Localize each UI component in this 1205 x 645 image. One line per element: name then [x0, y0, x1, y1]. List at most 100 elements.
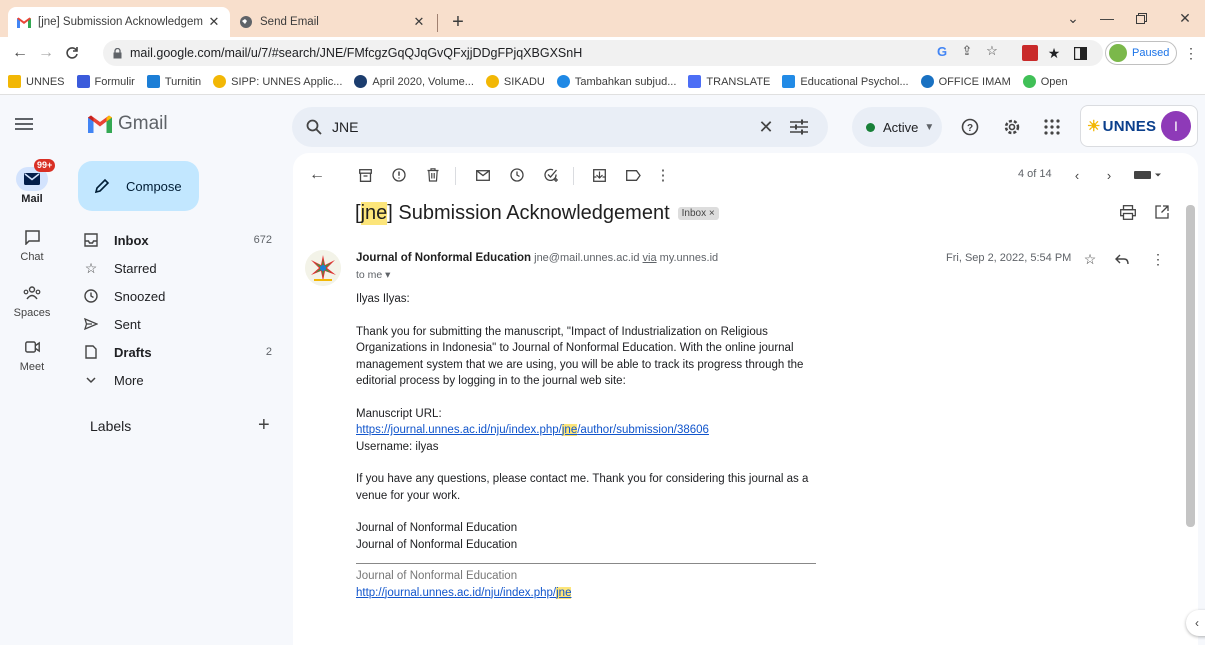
- bookmark-office-imam[interactable]: OFFICE IMAM: [920, 75, 1011, 88]
- email-body: Ilyas Ilyas: Thank you for submitting th…: [356, 291, 826, 601]
- clear-search-icon[interactable]: ✕: [754, 117, 778, 138]
- account-avatar[interactable]: I: [1161, 111, 1191, 141]
- rail-meet[interactable]: Meet: [0, 335, 64, 373]
- rail-spaces[interactable]: Spaces: [0, 281, 64, 319]
- extension-red-icon[interactable]: [1022, 45, 1038, 61]
- inbox-label-chip[interactable]: Inbox ×: [677, 207, 719, 220]
- move-to-icon[interactable]: [589, 165, 609, 185]
- tab-submission-acknowledgement[interactable]: [jne] Submission Acknowledgem ✕: [8, 7, 230, 37]
- compose-button[interactable]: Compose: [78, 161, 199, 211]
- lock-icon: [113, 47, 122, 59]
- print-icon[interactable]: [1119, 203, 1137, 221]
- report-spam-icon[interactable]: [389, 165, 409, 185]
- search-input[interactable]: JNE: [332, 119, 754, 135]
- google-translate-icon[interactable]: G: [933, 42, 951, 60]
- reply-icon[interactable]: [1113, 250, 1131, 268]
- tab-close-icon[interactable]: ✕: [206, 14, 222, 30]
- browser-toolbar: ← → mail.google.com/mail/u/7/#search/JNE…: [0, 37, 1205, 69]
- extensions-puzzle-icon[interactable]: ★: [1046, 45, 1062, 61]
- search-bar[interactable]: JNE ✕: [292, 107, 828, 147]
- tab-close-icon[interactable]: ✕: [411, 14, 427, 30]
- sender-name[interactable]: Journal of Nonformal Education: [356, 252, 531, 264]
- tab-send-email[interactable]: Send Email ✕: [230, 7, 435, 37]
- bookmark-open[interactable]: Open: [1022, 75, 1068, 88]
- send-icon: [82, 315, 100, 333]
- profile-paused-button[interactable]: Paused: [1105, 41, 1177, 65]
- minimize-icon[interactable]: —: [1092, 6, 1122, 30]
- snooze-clock-icon[interactable]: [507, 165, 527, 185]
- profile-status: Paused: [1132, 47, 1170, 59]
- message-date: Fri, Sep 2, 2022, 5:54 PM: [946, 252, 1072, 264]
- nav-starred[interactable]: ☆ Starred: [72, 254, 282, 282]
- search-options-icon[interactable]: [790, 119, 814, 135]
- manuscript-url-link[interactable]: https://journal.unnes.ac.id/nju/index.ph…: [356, 424, 709, 436]
- scrollbar-thumb[interactable]: [1186, 205, 1195, 527]
- bookmark-turnitin[interactable]: Turnitin: [146, 75, 201, 88]
- nav-snoozed[interactable]: Snoozed: [72, 282, 282, 310]
- footer-url-link[interactable]: http://journal.unnes.ac.id/nju/index.php…: [356, 586, 572, 599]
- settings-gear-icon[interactable]: [1002, 117, 1022, 137]
- share-icon[interactable]: ⇪: [958, 42, 976, 60]
- reload-icon[interactable]: [60, 41, 84, 65]
- svg-text:?: ?: [967, 123, 973, 134]
- add-label-icon[interactable]: +: [258, 414, 270, 437]
- rail-chat[interactable]: Chat: [0, 225, 64, 263]
- bookmark-formulir[interactable]: Formulir: [76, 75, 135, 88]
- bookmark-star-icon[interactable]: ☆: [983, 42, 1001, 60]
- tab-search-chevron-icon[interactable]: ⌄: [1058, 6, 1088, 30]
- bookmark-educational-psychology[interactable]: Educational Psychol...: [782, 75, 909, 88]
- new-tab-icon[interactable]: +: [446, 10, 470, 34]
- address-bar[interactable]: mail.google.com/mail/u/7/#search/JNE/FMf…: [103, 40, 1103, 66]
- apps-grid-icon[interactable]: [1042, 117, 1062, 137]
- globe-favicon-icon: [238, 14, 254, 30]
- help-icon[interactable]: ?: [960, 117, 980, 137]
- archive-icon[interactable]: [355, 165, 375, 185]
- bookmark-translate[interactable]: TRANSLATE: [688, 75, 770, 88]
- bookmark-tambahkan[interactable]: Tambahkan subjud...: [556, 75, 676, 88]
- bookmark-sipp[interactable]: SIPP: UNNES Applic...: [213, 75, 342, 88]
- bookmark-sikadu[interactable]: SIKADU: [485, 75, 545, 88]
- nav-drafts[interactable]: Drafts 2: [72, 338, 282, 366]
- account-switcher[interactable]: ☀ UNNES I: [1080, 105, 1198, 147]
- forward-icon[interactable]: →: [34, 41, 58, 65]
- bookmark-april-2020[interactable]: April 2020, Volume...: [354, 75, 474, 88]
- bookmark-unnes[interactable]: UNNES: [8, 75, 65, 88]
- newer-chevron-icon[interactable]: ‹: [1067, 165, 1087, 185]
- message-more-icon[interactable]: ⋮: [1149, 250, 1167, 268]
- close-window-icon[interactable]: ✕: [1170, 6, 1200, 30]
- nav-inbox[interactable]: Inbox 672: [72, 226, 282, 254]
- nav-sent[interactable]: Sent: [72, 310, 282, 338]
- signature-divider: [356, 563, 816, 564]
- sender-avatar[interactable]: [305, 250, 341, 286]
- inbox-icon: [82, 231, 100, 249]
- side-panel-icon[interactable]: [1072, 45, 1088, 61]
- delete-icon[interactable]: [423, 165, 443, 185]
- input-tools-keyboard-icon[interactable]: [1131, 165, 1165, 185]
- restore-icon[interactable]: [1126, 6, 1156, 30]
- older-chevron-icon[interactable]: ›: [1099, 165, 1119, 185]
- add-task-icon[interactable]: [541, 165, 561, 185]
- recipient-details-toggle[interactable]: to me ▾: [356, 269, 390, 281]
- star-icon[interactable]: ☆: [1081, 250, 1099, 268]
- more-actions-icon[interactable]: ⋮: [653, 165, 673, 185]
- status-dropdown[interactable]: Active ▼: [852, 107, 942, 147]
- label-tag-icon[interactable]: [623, 165, 643, 185]
- open-in-new-window-icon[interactable]: [1153, 203, 1171, 221]
- gmail-logo[interactable]: Gmail: [88, 113, 168, 135]
- mark-unread-icon[interactable]: [473, 165, 493, 185]
- nav-more[interactable]: More: [72, 366, 282, 394]
- main-menu-icon[interactable]: [14, 114, 34, 134]
- rail-mail[interactable]: 99+ Mail: [0, 159, 64, 205]
- back-icon[interactable]: ←: [8, 41, 32, 65]
- tab-separator: [437, 14, 438, 32]
- back-to-list-icon[interactable]: ←: [307, 165, 327, 185]
- browser-menu-icon[interactable]: ⋮: [1184, 45, 1198, 61]
- rail-label: Meet: [19, 361, 45, 373]
- mail-icon: 99+: [16, 159, 56, 191]
- via-link[interactable]: via: [643, 252, 657, 264]
- spaces-icon: [16, 281, 48, 305]
- show-side-panel-chevron-icon[interactable]: ‹: [1186, 610, 1205, 636]
- globe-icon: [556, 75, 570, 88]
- search-icon[interactable]: [306, 119, 322, 135]
- clock-icon: [82, 287, 100, 305]
